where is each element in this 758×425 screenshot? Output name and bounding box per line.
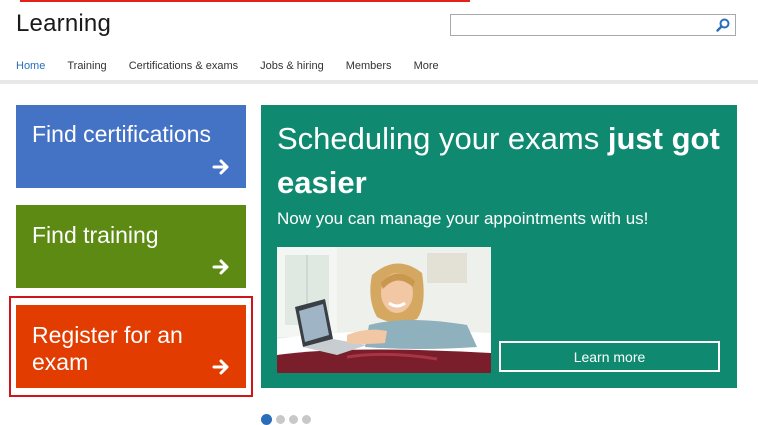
highlight-box (9, 296, 253, 397)
nav-item-training[interactable]: Training (67, 60, 106, 72)
top-accent-line (20, 0, 470, 2)
nav-item-more[interactable]: More (414, 60, 439, 72)
carousel-dot[interactable] (276, 415, 285, 424)
search-box[interactable] (450, 14, 736, 36)
carousel-dot-active[interactable] (261, 414, 272, 425)
tile-label: Find training (32, 222, 159, 248)
find-certifications-tile[interactable]: Find certifications (16, 105, 246, 188)
hero-banner: Scheduling your exams just got easier No… (261, 105, 737, 388)
nav-item-home[interactable]: Home (16, 60, 45, 72)
hero-title: Scheduling your exams just got easier (277, 117, 732, 205)
hero-title-normal: Scheduling your exams (277, 121, 608, 156)
search-input[interactable] (451, 15, 713, 35)
carousel-dot[interactable] (302, 415, 311, 424)
search-icon[interactable] (715, 17, 731, 33)
learn-more-button[interactable]: Learn more (499, 341, 720, 372)
site-title: Learning (16, 10, 112, 37)
nav-item-members[interactable]: Members (346, 60, 392, 72)
tile-label: Find certifications (32, 121, 211, 147)
nav-item-certifications-exams[interactable]: Certifications & exams (129, 60, 238, 72)
arrow-right-icon (212, 258, 232, 276)
hero-subtitle: Now you can manage your appointments wit… (277, 209, 649, 228)
nav-divider (0, 80, 758, 84)
find-training-tile[interactable]: Find training (16, 205, 246, 288)
carousel-dot[interactable] (289, 415, 298, 424)
hero-photo (277, 247, 491, 373)
nav-item-jobs-hiring[interactable]: Jobs & hiring (260, 60, 324, 72)
main-nav: Home Training Certifications & exams Job… (16, 60, 461, 72)
arrow-right-icon (212, 158, 232, 176)
